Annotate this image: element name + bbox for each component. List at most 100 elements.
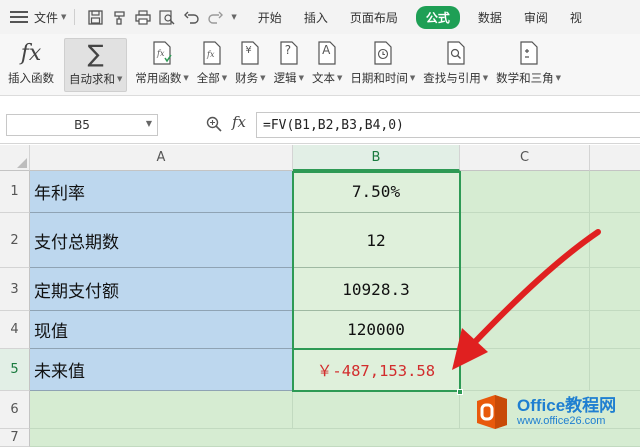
row-header-6[interactable]: 6 — [0, 391, 30, 429]
common-functions-icon: fx — [153, 41, 172, 65]
ribbon-toolbar: fx 插入函数 ∑ 自动求和 ▼ fx 常用函数 ▼ fx 全部 ▼ ¥ 财务 ▼ ? … — [0, 34, 640, 96]
all-functions-icon: fx — [203, 41, 221, 65]
table-row-label[interactable]: 现值 — [30, 311, 293, 349]
formula-bar: B5 ▼ fx =FV(B1,B2,B3,B4,0) — [0, 96, 640, 144]
table-row-label[interactable]: 年利率 — [30, 171, 293, 213]
common-functions-button[interactable]: fx 常用函数 ▼ — [131, 38, 192, 92]
menu-bar: 文件 ▼ ▼ 开始 插入 页面布局 公式 数据 审阅 视 — [0, 0, 640, 34]
fx-icon: fx — [20, 40, 42, 66]
chevron-down-icon: ▼ — [298, 74, 304, 82]
sigma-icon: ∑ — [87, 40, 104, 68]
row-header-7[interactable]: 7 — [0, 429, 30, 447]
autosum-button[interactable]: ∑ 自动求和 ▼ — [64, 38, 128, 92]
letter-a-icon: A — [322, 43, 331, 57]
math-icon — [519, 41, 538, 65]
file-menu[interactable]: 文件 ▼ — [34, 9, 66, 26]
hamburger-menu-icon[interactable] — [10, 11, 28, 23]
question-mark-icon: ? — [284, 43, 292, 57]
tab-review[interactable]: 审阅 — [520, 7, 552, 28]
format-painter-icon[interactable] — [111, 9, 127, 25]
chevron-down-icon[interactable]: ▼ — [231, 13, 236, 21]
row-header-2[interactable]: 2 — [0, 213, 30, 268]
empty-cell[interactable] — [590, 171, 640, 213]
common-functions-label: 常用函数 — [135, 71, 182, 85]
empty-cell[interactable] — [460, 268, 590, 311]
svg-text:fx: fx — [206, 50, 215, 59]
office-logo-icon — [477, 395, 507, 429]
math-button[interactable]: 数学和三角 ▼ — [492, 38, 565, 92]
column-header-b[interactable]: B — [293, 145, 460, 171]
insert-function-label: 插入函数 — [8, 71, 54, 85]
print-preview-icon[interactable] — [159, 9, 175, 25]
empty-cell[interactable] — [590, 268, 640, 311]
table-row-value[interactable]: 7.50% — [293, 171, 460, 213]
tab-insert[interactable]: 插入 — [300, 7, 332, 28]
table-row-label[interactable]: 支付总期数 — [30, 213, 293, 268]
finance-label: 财务 — [235, 71, 259, 85]
empty-cell[interactable] — [590, 213, 640, 268]
chevron-down-icon: ▼ — [183, 74, 189, 82]
tab-formulas[interactable]: 公式 — [415, 5, 460, 29]
watermark-url: www.office26.com — [517, 415, 606, 427]
empty-cell[interactable] — [30, 429, 640, 447]
tab-view[interactable]: 视 — [566, 7, 586, 28]
lookup-button[interactable]: 查找与引用 ▼ — [419, 38, 492, 92]
tab-home[interactable]: 开始 — [254, 7, 286, 28]
formula-input[interactable]: =FV(B1,B2,B3,B4,0) — [256, 112, 640, 138]
select-all-corner[interactable] — [0, 145, 30, 171]
magnifier-icon — [447, 41, 465, 65]
lookup-label: 查找与引用 — [423, 71, 481, 85]
watermark: Office教程网 www.office26.com — [473, 393, 616, 431]
fx-icon[interactable]: fx — [232, 113, 246, 131]
column-header-c[interactable]: C — [460, 145, 590, 171]
table-row-label[interactable]: 定期支付额 — [30, 268, 293, 311]
print-icon[interactable] — [135, 9, 152, 25]
empty-cell[interactable] — [30, 391, 293, 429]
column-header-d[interactable] — [590, 145, 640, 171]
row-header-5[interactable]: 5 — [0, 349, 30, 391]
row-header-4[interactable]: 4 — [0, 311, 30, 349]
logic-button[interactable]: ? 逻辑 ▼ — [270, 38, 308, 92]
fill-handle[interactable] — [457, 389, 463, 395]
insert-function-button[interactable]: fx 插入函数 — [4, 38, 58, 92]
column-header-a[interactable]: A — [30, 145, 293, 171]
datetime-button[interactable]: 日期和时间 ▼ — [346, 38, 419, 92]
clock-icon — [374, 41, 392, 65]
all-functions-button[interactable]: fx 全部 ▼ — [193, 38, 231, 92]
zoom-formula-icon[interactable] — [206, 116, 222, 136]
table-row-value[interactable]: 12 — [293, 213, 460, 268]
table-row-value[interactable]: 120000 — [293, 311, 460, 349]
empty-cell[interactable] — [590, 311, 640, 349]
row-header-3[interactable]: 3 — [0, 268, 30, 311]
empty-cell[interactable] — [293, 391, 460, 429]
all-functions-label: 全部 — [196, 71, 220, 85]
result-cell-b5[interactable]: ￥-487,153.58 — [293, 349, 460, 391]
chevron-down-icon: ▼ — [117, 75, 123, 83]
empty-cell[interactable] — [460, 311, 590, 349]
empty-cell[interactable] — [460, 213, 590, 268]
empty-cell[interactable] — [590, 349, 640, 391]
undo-icon[interactable] — [183, 9, 199, 25]
text-button[interactable]: A 文本 ▼ — [308, 38, 346, 92]
name-box-value: B5 — [74, 118, 90, 132]
datetime-label: 日期和时间 — [350, 71, 408, 85]
yen-icon: ¥ — [245, 45, 252, 56]
watermark-title: Office教程网 — [517, 396, 617, 415]
file-menu-label: 文件 — [34, 10, 59, 25]
name-box[interactable]: B5 ▼ — [6, 114, 158, 136]
svg-text:fx: fx — [156, 49, 165, 58]
table-row-value[interactable]: 10928.3 — [293, 268, 460, 311]
tab-page-layout[interactable]: 页面布局 — [346, 7, 402, 28]
finance-button[interactable]: ¥ 财务 ▼ — [231, 38, 269, 92]
chevron-down-icon: ▼ — [336, 74, 343, 82]
redo-icon[interactable] — [207, 9, 223, 25]
chevron-down-icon[interactable]: ▼ — [146, 119, 152, 128]
tab-data[interactable]: 数据 — [474, 7, 506, 28]
row-header-1[interactable]: 1 — [0, 171, 30, 213]
table-row-label[interactable]: 未来值 — [30, 349, 293, 391]
text-label: 文本 — [311, 71, 335, 85]
empty-cell[interactable] — [460, 349, 590, 391]
chevron-down-icon: ▼ — [221, 74, 228, 82]
save-icon[interactable] — [87, 9, 103, 25]
empty-cell[interactable] — [460, 171, 590, 213]
